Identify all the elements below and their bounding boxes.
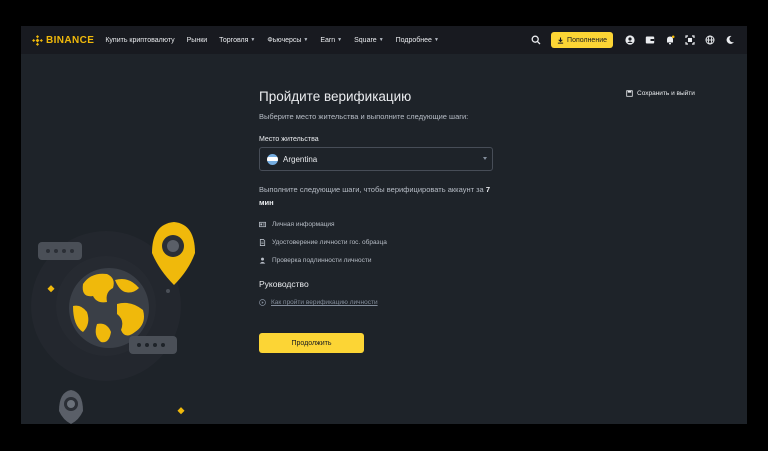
caret-down-icon bbox=[483, 157, 487, 160]
nav-more[interactable]: Подробнее ▼ bbox=[396, 37, 439, 44]
download-icon bbox=[557, 36, 564, 44]
document-icon bbox=[259, 239, 266, 246]
qr-scan-icon[interactable] bbox=[685, 35, 695, 45]
page-subtitle: Выберите место жительства и выполните сл… bbox=[259, 112, 469, 121]
nav-label: Earn bbox=[320, 36, 336, 44]
nav-trade[interactable]: Торговля ▼ bbox=[219, 37, 255, 44]
steps-intro-text: Выполните следующие шаги, чтобы верифици… bbox=[259, 185, 484, 194]
nav-futures[interactable]: Фьючерсы ▼ bbox=[267, 37, 308, 44]
nav-label: Square bbox=[354, 36, 377, 44]
chevron-down-icon: ▼ bbox=[378, 37, 384, 43]
binance-logo-icon bbox=[32, 34, 43, 46]
save-and-exit-button[interactable]: Сохранить и выйти bbox=[626, 90, 695, 97]
wallet-icon[interactable] bbox=[645, 35, 655, 45]
save-exit-label: Сохранить и выйти bbox=[637, 90, 695, 97]
page-title: Пройдите верификацию bbox=[259, 89, 412, 104]
top-navigation: BINANCE Купить криптовалюту Рынки Торгов… bbox=[21, 26, 747, 54]
guide-link-text: Как пройти верификацию личности bbox=[271, 299, 378, 306]
step-label: Проверка подлинности личности bbox=[272, 257, 372, 264]
continue-button[interactable]: Продолжить bbox=[259, 333, 364, 353]
steps-intro: Выполните следующие шаги, чтобы верифици… bbox=[259, 183, 499, 209]
brand-name: BINANCE bbox=[46, 34, 95, 46]
nav-buy-crypto[interactable]: Купить криптовалюту bbox=[105, 37, 174, 44]
app-window: BINANCE Купить криптовалюту Рынки Торгов… bbox=[21, 26, 747, 424]
chevron-down-icon: ▼ bbox=[303, 37, 309, 43]
chevron-down-icon: ▼ bbox=[250, 37, 256, 43]
bell-icon[interactable] bbox=[665, 35, 675, 45]
nav-square[interactable]: Square ▼ bbox=[354, 37, 384, 44]
save-icon bbox=[626, 90, 633, 97]
nav-label: Торговля bbox=[219, 36, 249, 44]
globe-illustration bbox=[31, 222, 195, 424]
chevron-down-icon: ▼ bbox=[433, 37, 439, 43]
step-government-id: Удостоверение личности гос. образца bbox=[259, 239, 387, 246]
nav-earn[interactable]: Earn ▼ bbox=[320, 37, 342, 44]
binance-logo[interactable]: BINANCE bbox=[32, 35, 94, 46]
residence-select[interactable]: Argentina bbox=[259, 147, 493, 171]
header-tools: Пополнение bbox=[521, 26, 735, 54]
id-card-icon bbox=[259, 221, 266, 228]
step-personal-info: Личная информация bbox=[259, 221, 335, 228]
moon-icon[interactable] bbox=[725, 35, 735, 45]
chevron-down-icon: ▼ bbox=[337, 37, 343, 43]
nav-label: Фьючерсы bbox=[267, 36, 302, 44]
step-label: Личная информация bbox=[272, 221, 335, 228]
continue-label: Продолжить bbox=[291, 339, 332, 347]
nav-markets[interactable]: Рынки bbox=[187, 37, 208, 44]
nav-label: Купить криптовалюту bbox=[105, 36, 175, 44]
main-menu: Купить криптовалюту Рынки Торговля ▼ Фьюч… bbox=[105, 37, 451, 44]
play-circle-icon bbox=[259, 299, 266, 306]
step-liveness-check: Проверка подлинности личности bbox=[259, 257, 371, 264]
person-icon bbox=[259, 257, 266, 264]
search-icon[interactable] bbox=[531, 35, 541, 45]
guide-link[interactable]: Как пройти верификацию личности bbox=[259, 299, 378, 306]
nav-label: Подробнее bbox=[395, 36, 432, 44]
globe-icon[interactable] bbox=[705, 35, 715, 45]
argentina-flag-icon bbox=[267, 153, 278, 165]
deposit-label: Пополнение bbox=[567, 36, 607, 44]
step-label: Удостоверение личности гос. образца bbox=[272, 239, 387, 246]
deposit-button[interactable]: Пополнение bbox=[551, 32, 613, 48]
guide-title: Руководство bbox=[259, 279, 309, 289]
nav-label: Рынки bbox=[186, 36, 208, 44]
residence-value: Argentina bbox=[283, 154, 318, 164]
residence-label: Место жительства bbox=[259, 136, 319, 143]
profile-icon[interactable] bbox=[625, 35, 635, 45]
